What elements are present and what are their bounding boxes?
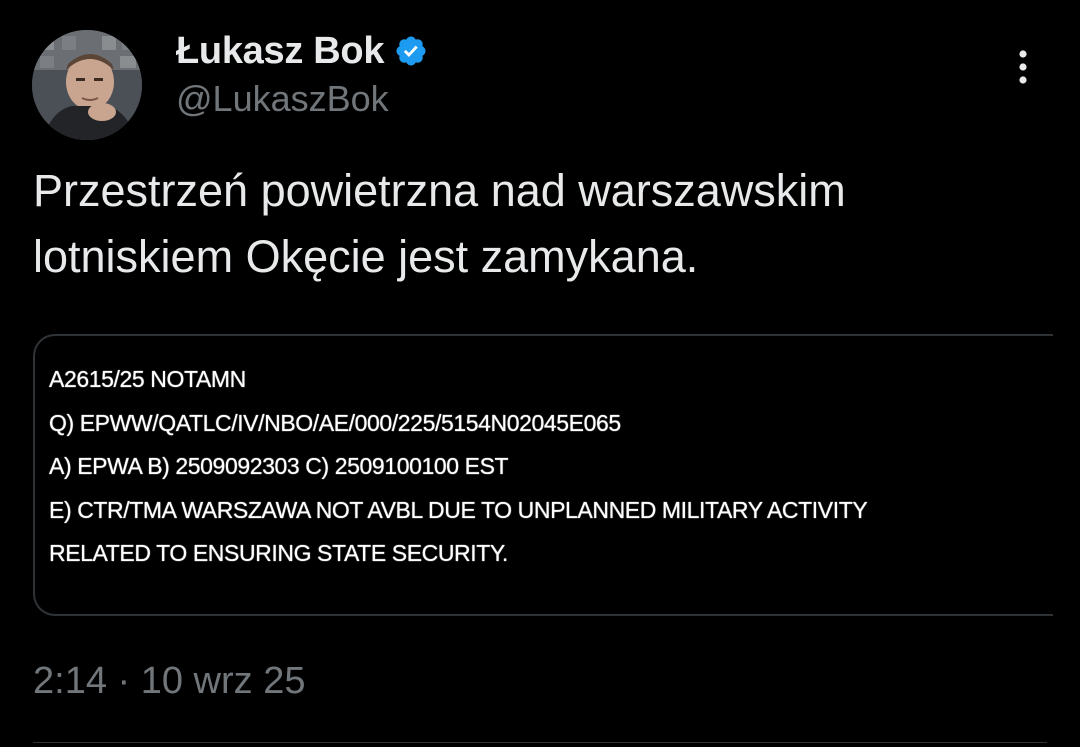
notam-line: RELATED TO ENSURING STATE SECURITY. <box>49 540 508 566</box>
tweet-text-line: lotniskiem Okęcie jest zamykana. <box>33 231 699 282</box>
tweet-media-image[interactable]: A2615/25 NOTAMN Q) EPWW/QATLC/IV/NBO/AE/… <box>33 334 1053 616</box>
author-handle[interactable]: @LukaszBok <box>176 78 389 120</box>
author-name[interactable]: Łukasz Bok <box>176 30 384 73</box>
avatar[interactable] <box>32 30 142 140</box>
notam-line: A2615/25 NOTAMN <box>49 366 246 392</box>
notam-text: A2615/25 NOTAMN Q) EPWW/QATLC/IV/NBO/AE/… <box>49 358 868 576</box>
tweet-text-line: Przestrzeń powietrzna nad warszawskim <box>33 165 846 216</box>
verified-badge-icon <box>396 36 426 66</box>
author-name-row[interactable]: Łukasz Bok <box>176 28 428 74</box>
avatar-image <box>32 30 142 140</box>
tweet-text: Przestrzeń powietrzna nad warszawskim lo… <box>33 158 1043 290</box>
more-options-icon[interactable] <box>1008 46 1038 90</box>
tweet-timestamp[interactable]: 2:14 · 10 wrz 25 <box>33 660 305 703</box>
notam-line: A) EPWA B) 2509092303 C) 2509100100 EST <box>49 453 509 479</box>
notam-line: Q) EPWW/QATLC/IV/NBO/AE/000/225/5154N020… <box>49 409 621 436</box>
notam-line: E) CTR/TMA WARSZAWA NOT AVBL DUE TO UNPL… <box>49 496 868 523</box>
divider <box>33 742 1047 743</box>
